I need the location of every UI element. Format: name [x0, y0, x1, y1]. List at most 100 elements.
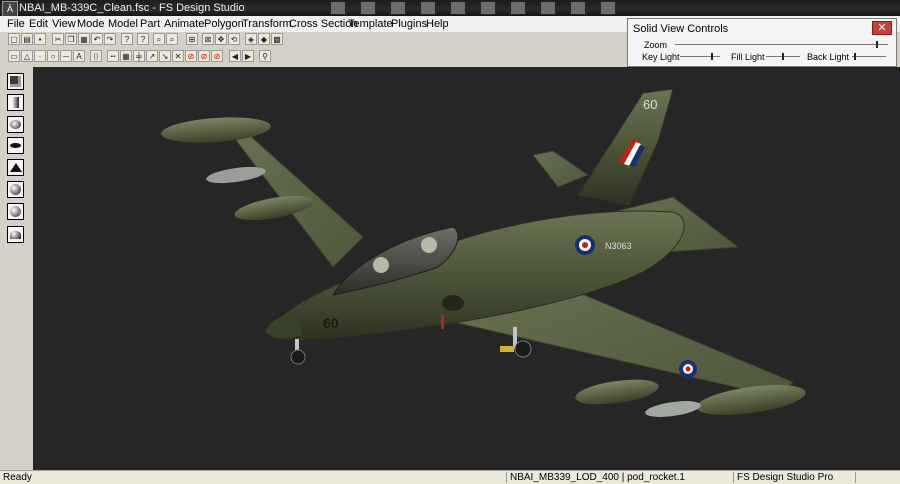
main-toolbar: ▢ ▤ ▪ ✂ ❐ ▦ ↶ ↷ ? ? ⌕ ⌕ ⊞ ⊠ ✥ ⟲ ◈ ◆ ▩	[0, 32, 630, 48]
key-light-slider-track[interactable]	[680, 56, 720, 57]
fsds-app-icon[interactable]: Ä	[2, 1, 18, 17]
fill-light-label: Fill Light	[731, 52, 765, 62]
pan-icon[interactable]: ✥	[215, 33, 227, 45]
next-part-icon[interactable]: ▶	[242, 50, 254, 62]
menu-file[interactable]: File	[7, 17, 25, 31]
grid-lines-icon[interactable]: ╪	[133, 50, 145, 62]
cube-icon[interactable]	[7, 73, 24, 90]
wing-roundel-red	[685, 366, 691, 372]
status-product: FS Design Studio Pro	[737, 472, 834, 483]
back-light-slider-track[interactable]	[852, 56, 886, 57]
zoom-extents-icon[interactable]: ⌕	[166, 33, 178, 45]
menu-polygon[interactable]: Polygon	[204, 17, 244, 31]
thumb-image-icon	[330, 1, 346, 15]
menu-edit[interactable]: Edit	[29, 17, 48, 31]
disc-icon[interactable]	[7, 137, 24, 154]
zoom-selection-icon[interactable]: ⊠	[202, 33, 214, 45]
zoom-slider-track[interactable]	[675, 44, 888, 45]
rotate-view-icon[interactable]: ⟲	[228, 33, 240, 45]
status-bar: Ready NBAI_MB339_LOD_400 | pod_rocket.1 …	[0, 470, 900, 484]
paste-icon[interactable]: ▦	[78, 33, 90, 45]
select-polygon-icon[interactable]: △	[21, 50, 33, 62]
save-file-icon[interactable]: ▪	[34, 33, 46, 45]
thumb-image-icon	[420, 1, 436, 15]
menu-part[interactable]: Part	[140, 17, 160, 31]
zoom-label: Zoom	[644, 40, 668, 50]
menu-help[interactable]: Help	[426, 17, 449, 31]
ruler-icon[interactable]: ┅	[107, 50, 119, 62]
zoom-in-icon[interactable]: ?	[137, 33, 149, 45]
nose-gear-wheel	[290, 349, 306, 365]
new-file-icon[interactable]: ▢	[8, 33, 20, 45]
serial-number: N3063	[605, 241, 632, 251]
solid-view-icon[interactable]: ◆	[258, 33, 270, 45]
menu-mode[interactable]: Mode	[77, 17, 105, 31]
thumb-image-icon	[510, 1, 526, 15]
key-light-label: Key Light	[642, 52, 680, 62]
select-text-icon[interactable]: A	[73, 50, 85, 62]
cylinder-icon[interactable]	[7, 94, 24, 111]
cut-icon[interactable]: ✂	[52, 33, 64, 45]
vertical-fin	[577, 88, 674, 206]
wireframe-view-icon[interactable]: ◈	[245, 33, 257, 45]
menu-transform[interactable]: Transform	[242, 17, 292, 31]
rotate-cw-icon[interactable]: ↗	[146, 50, 158, 62]
rear-pilot-helmet	[421, 237, 437, 253]
background-thumbnails	[330, 1, 630, 15]
open-file-icon[interactable]: ▤	[21, 33, 33, 45]
sphere-icon[interactable]	[7, 181, 24, 198]
zoom-slider-thumb[interactable]	[876, 41, 878, 48]
front-pilot-helmet	[373, 257, 389, 273]
status-divider	[855, 472, 856, 483]
select-point-icon[interactable]: ▭	[8, 50, 20, 62]
select-circle-icon[interactable]: ○	[47, 50, 59, 62]
thumb-image-icon	[360, 1, 376, 15]
thumb-image-icon	[540, 1, 556, 15]
menu-animate[interactable]: Animate	[164, 17, 204, 31]
insert-icon[interactable]: ⌷	[90, 50, 102, 62]
status-divider	[733, 472, 734, 483]
stop-red-2-icon[interactable]: ⊘	[198, 50, 210, 62]
zoom-window-icon[interactable]: ⊞	[186, 33, 198, 45]
texture-view-icon[interactable]: ▩	[271, 33, 283, 45]
close-icon[interactable]: ✕	[872, 21, 892, 35]
prev-part-icon[interactable]: ◀	[229, 50, 241, 62]
binoculars-icon[interactable]: ⚲	[259, 50, 271, 62]
fuselage-roundel-red	[582, 242, 588, 248]
stop-red-3-icon[interactable]: ⊘	[211, 50, 223, 62]
svc-title: Solid View Controls	[633, 23, 729, 35]
menu-view[interactable]: View	[52, 17, 76, 31]
select-part-icon[interactable]: ·	[34, 50, 46, 62]
geosphere-icon[interactable]	[7, 203, 24, 220]
title-bar: Ä NBAI_MB-339C_Clean.fsc - FS Design Stu…	[0, 0, 900, 17]
copy-icon[interactable]: ❐	[65, 33, 77, 45]
undo-icon[interactable]: ↶	[91, 33, 103, 45]
back-light-slider-thumb[interactable]	[854, 53, 856, 60]
cone-icon[interactable]	[7, 159, 24, 176]
solid-view-controls-panel: Solid View Controls ✕ Zoom Key Light Fil…	[627, 18, 897, 67]
ellipsoid-icon[interactable]	[7, 116, 24, 133]
left-stabilizer	[532, 150, 590, 188]
thumb-image-icon	[390, 1, 406, 15]
main-gear-wheel	[514, 340, 532, 358]
select-line-icon[interactable]: ─	[60, 50, 72, 62]
key-light-slider-thumb[interactable]	[711, 53, 713, 60]
right-inner-pod	[575, 379, 659, 405]
fill-light-slider-thumb[interactable]	[782, 53, 784, 60]
menu-template[interactable]: Template	[348, 17, 393, 31]
hemisphere-icon[interactable]	[7, 226, 24, 243]
mirror-icon[interactable]: ✕	[172, 50, 184, 62]
grid-icon[interactable]: ▦	[120, 50, 132, 62]
menu-plugins[interactable]: Plugins	[391, 17, 427, 31]
status-divider	[506, 472, 507, 483]
zoom-out-icon[interactable]: ⌕	[153, 33, 165, 45]
menu-model[interactable]: Model	[108, 17, 138, 31]
tail-number: 60	[643, 97, 657, 112]
help-icon[interactable]: ?	[121, 33, 133, 45]
stop-red-icon[interactable]: ⊘	[185, 50, 197, 62]
status-selection: NBAI_MB339_LOD_400 | pod_rocket.1	[510, 472, 685, 483]
redo-icon[interactable]: ↷	[104, 33, 116, 45]
3d-viewport[interactable]: 60 60 N3063	[33, 67, 900, 470]
scale-icon[interactable]: ↘	[159, 50, 171, 62]
yellow-gear-door	[500, 346, 514, 352]
